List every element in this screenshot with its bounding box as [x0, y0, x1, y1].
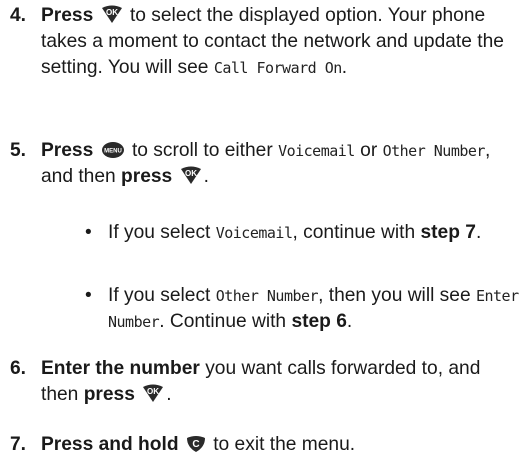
bullet-other-number: • If you select Other Number, then you w… [85, 283, 522, 335]
step-text: . [203, 166, 209, 187]
bullet-voicemail: • If you select Voicemail, continue with… [85, 220, 522, 246]
step-verb: press [83, 384, 135, 405]
menu-key-icon: MENU [101, 141, 125, 159]
step-text: . [166, 384, 172, 405]
step-number: 7. [10, 434, 27, 455]
step-reference: step 6 [291, 311, 347, 332]
step-5: 5. Press MENU to scroll to either Voicem… [10, 138, 522, 190]
step-4: 4. Press OK to select the displayed opti… [10, 3, 522, 81]
step-7: 7. Press and hold C to exit the menu. [10, 432, 522, 458]
bullet-text: If you select [108, 285, 216, 306]
bullet-text: If you select [108, 222, 216, 243]
step-number: 5. [10, 140, 27, 161]
step-verb: Press [41, 140, 94, 161]
bullet-dot: • [85, 285, 92, 306]
svg-text:C: C [192, 439, 199, 450]
step-number: 4. [10, 5, 27, 26]
bullet-text: . [346, 311, 353, 332]
step-6: 6. Enter the number you want calls forwa… [10, 356, 522, 408]
bullet-dot: • [85, 222, 92, 243]
ok-key-icon: OK [180, 165, 202, 185]
display-text: Voicemail [278, 142, 355, 160]
ok-key-icon: OK [101, 4, 123, 24]
step-text: or [354, 140, 383, 161]
svg-text:OK: OK [106, 8, 118, 17]
bullet-text: . Continue with [159, 311, 292, 332]
svg-text:MENU: MENU [104, 149, 122, 155]
display-text: Other Number [215, 287, 319, 305]
step-number: 6. [10, 358, 27, 379]
display-text: Call Forward On [213, 59, 342, 77]
instruction-page: 4. Press OK to select the displayed opti… [0, 0, 525, 463]
display-text: Other Number [382, 142, 486, 160]
bullet-text: . [475, 222, 482, 243]
ok-key-icon: OK [142, 383, 164, 403]
step-verb: Enter the number [41, 358, 200, 379]
step-verb: Press and hold [41, 434, 179, 455]
step-verb: press [121, 166, 173, 187]
svg-text:OK: OK [147, 387, 159, 396]
step-text: to exit the menu. [207, 434, 356, 455]
step-reference: step 7 [420, 222, 476, 243]
svg-text:OK: OK [185, 169, 197, 178]
step-text: . [341, 57, 348, 78]
bullet-text: , continue with [292, 222, 421, 243]
step-verb: Press [41, 5, 94, 26]
display-text: Voicemail [215, 224, 293, 242]
step-text: to scroll to either [126, 140, 279, 161]
bullet-text: , then you will see [318, 285, 476, 306]
clear-key-icon: C [186, 435, 206, 453]
